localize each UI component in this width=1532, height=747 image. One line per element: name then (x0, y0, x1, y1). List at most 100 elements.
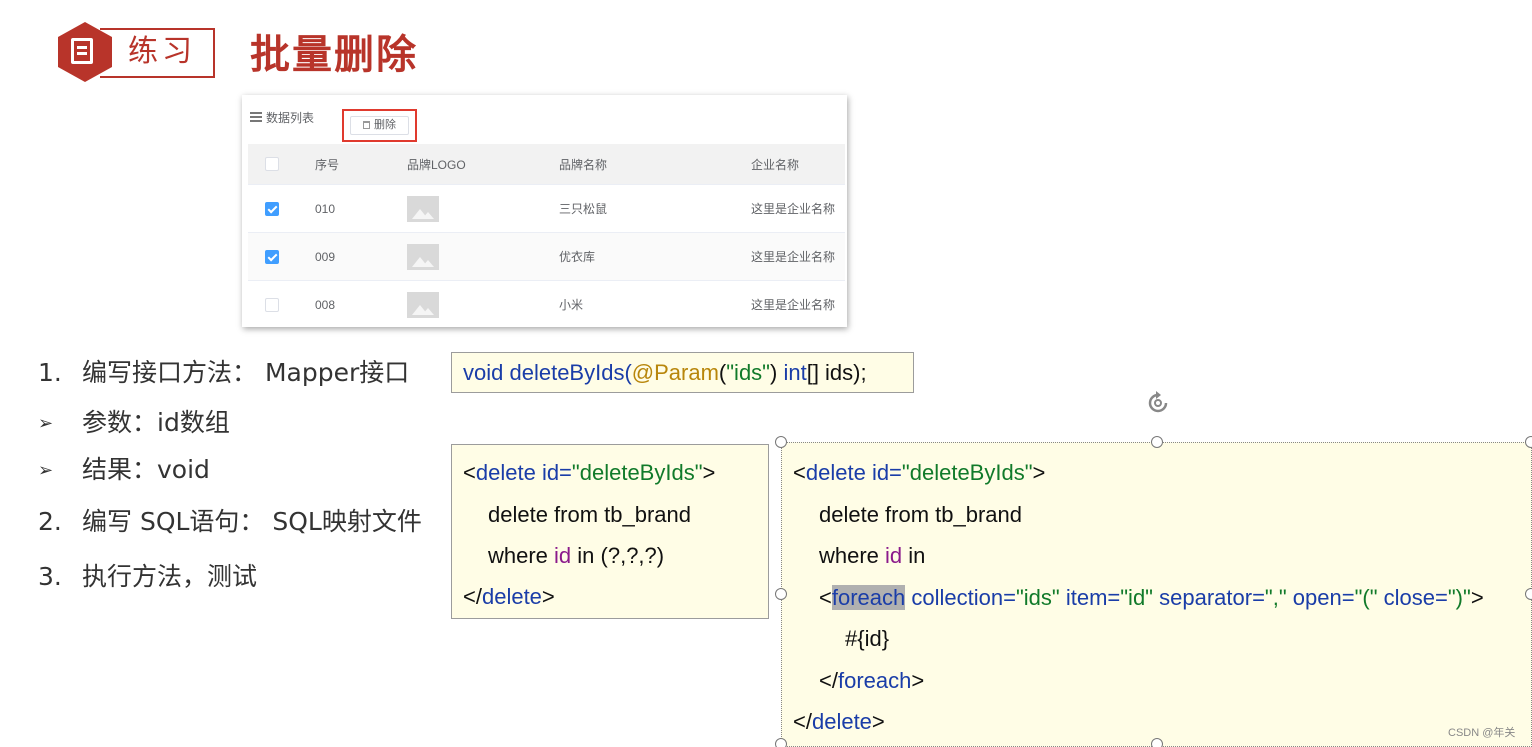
code-attr: id= (871, 460, 902, 485)
code-attr: collection= (911, 585, 1016, 610)
code-line: delete from tb_brand (488, 502, 692, 527)
column-header-logo: 品牌LOGO (407, 157, 466, 172)
table-row: 010 三只松鼠 这里是企业名称 (248, 184, 845, 232)
step-text: 编写接口方法： Mapper接口 (82, 358, 410, 387)
code-string: "(" (1354, 585, 1378, 610)
column-header-company: 企业名称 (751, 157, 800, 172)
exercise-tag: 练习 (128, 35, 196, 68)
code-keyword: int (783, 360, 807, 385)
code-line: #{id} (845, 626, 890, 651)
code-text: > (702, 460, 716, 485)
code-text: ) (770, 360, 784, 385)
code-text: < (463, 460, 476, 485)
step-item: 1. 编写接口方法： Mapper接口 (38, 355, 409, 391)
step-text: 参数：id数组 (82, 408, 230, 437)
resize-handle[interactable] (775, 738, 787, 747)
resize-handle[interactable] (775, 436, 787, 448)
step-item: ➢ 结果：void (38, 452, 210, 489)
code-line: delete from tb_brand (819, 502, 1023, 527)
code-attr: item= (1065, 585, 1121, 610)
image-placeholder-icon (407, 195, 439, 222)
table-row: 009 优衣库 这里是企业名称 (248, 232, 845, 280)
column-header-brand: 品牌名称 (559, 157, 608, 172)
code-tag: foreach (837, 668, 912, 693)
row-brand: 优衣库 (559, 250, 596, 264)
watermark: CSDN @年关 (1448, 727, 1516, 739)
code-string: "id" (1120, 585, 1153, 610)
code-tag: delete (805, 460, 866, 485)
code-tag: delete (481, 584, 542, 609)
column-header-id: 序号 (315, 157, 340, 172)
step-item: 3. 执行方法，测试 (38, 559, 257, 595)
code-line: void deleteByIds(@Param("ids") int[] ids… (463, 358, 867, 388)
step-marker: 2. (38, 507, 62, 536)
list-icon (250, 112, 262, 122)
image-placeholder-icon (407, 243, 439, 270)
code-line: <foreach collection="ids" item="id" sepa… (819, 583, 1484, 613)
table-header: 序号 品牌LOGO 品牌名称 企业名称 (248, 144, 845, 184)
delete-button-label: 删除 (374, 119, 396, 131)
code-method: deleteByIds( (509, 360, 632, 385)
resize-handle[interactable] (1525, 436, 1532, 448)
trash-icon (363, 121, 370, 129)
table-row: 008 小米 这里是企业名称 (248, 280, 845, 328)
code-string: "ids" (726, 360, 770, 385)
image-placeholder-icon (407, 291, 439, 318)
code-text: </ (819, 668, 838, 693)
code-tag-selected: foreach (831, 585, 906, 610)
code-text: < (819, 585, 832, 610)
step-marker: 1. (38, 358, 62, 387)
code-line: </delete> (463, 582, 555, 612)
code-attr: close= (1383, 585, 1448, 610)
code-attr: id= (541, 460, 572, 485)
code-text: in (902, 543, 926, 568)
resize-handle[interactable] (775, 588, 787, 600)
code-text: > (911, 668, 925, 693)
page-title: 批量删除 (250, 33, 418, 77)
data-list-label: 数据列表 (266, 111, 315, 125)
row-company: 这里是企业名称 (751, 250, 836, 264)
row-company: 这里是企业名称 (751, 202, 836, 216)
code-string: "deleteByIds" (571, 460, 703, 485)
code-text: in (?,?,?) (571, 543, 665, 568)
row-brand: 小米 (559, 298, 584, 312)
rotate-handle-icon[interactable] (1144, 389, 1172, 417)
code-line: <delete id="deleteByIds"> (463, 458, 715, 488)
row-checkbox-checked[interactable] (265, 201, 279, 216)
row-id: 010 (315, 201, 336, 216)
code-tag: delete (811, 709, 872, 734)
arrow-bullet-icon: ➢ (38, 413, 54, 434)
step-item: 2. 编写 SQL语句： SQL映射文件 (38, 504, 422, 540)
code-string: "deleteByIds" (901, 460, 1033, 485)
arrow-bullet-icon: ➢ (38, 460, 54, 481)
code-tag: delete (475, 460, 536, 485)
resize-handle[interactable] (1525, 588, 1532, 600)
code-line: </delete> (793, 707, 885, 737)
logo-cell (407, 281, 439, 328)
code-text: > (1470, 585, 1484, 610)
row-checkbox-checked[interactable] (265, 249, 279, 264)
row-brand: 三只松鼠 (559, 202, 608, 216)
step-item: ➢ 参数：id数组 (38, 405, 230, 442)
code-keyword: void (463, 360, 504, 385)
code-text: </ (463, 584, 482, 609)
code-text: < (793, 460, 806, 485)
code-line: where id in (819, 541, 925, 571)
code-line: </foreach> (819, 666, 924, 696)
code-attr: separator= (1159, 585, 1265, 610)
step-text: 执行方法，测试 (82, 562, 258, 591)
step-text: 结果：void (82, 455, 210, 484)
row-company: 这里是企业名称 (751, 298, 836, 312)
delete-button[interactable]: 删除 (350, 116, 409, 135)
code-text: where (488, 543, 555, 568)
code-string: ")" (1447, 585, 1471, 610)
select-all-checkbox[interactable] (265, 157, 279, 171)
resize-handle[interactable] (1151, 436, 1163, 448)
sql-foreach-box[interactable]: <delete id="deleteByIds"> delete from tb… (781, 442, 1532, 747)
row-checkbox[interactable] (265, 297, 279, 312)
code-text: [] ids); (806, 360, 867, 385)
logo-cell (407, 185, 439, 232)
resize-handle[interactable] (1151, 738, 1163, 747)
step-marker: 3. (38, 562, 62, 591)
code-text: > (541, 584, 555, 609)
